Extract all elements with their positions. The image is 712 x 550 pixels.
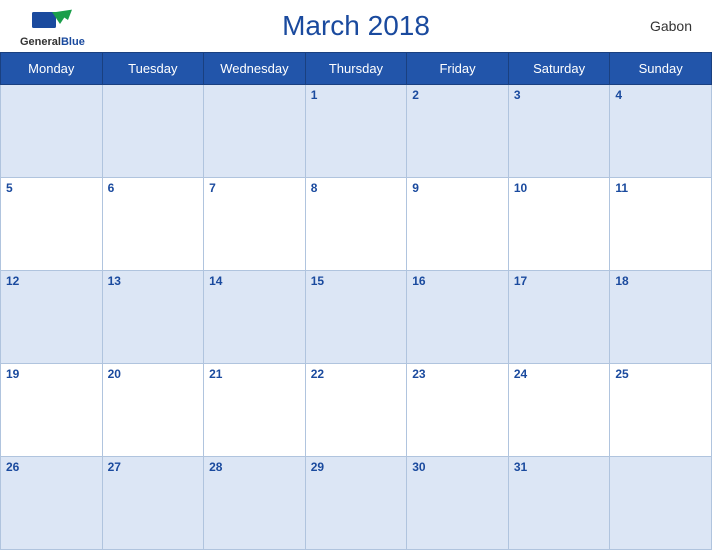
week-row-2: 5 6 7 8 9 10 11 bbox=[1, 178, 712, 271]
day-cell-26: 26 bbox=[1, 457, 103, 550]
day-cell-15: 15 bbox=[305, 271, 407, 364]
day-number-31: 31 bbox=[514, 460, 527, 474]
day-number-15: 15 bbox=[311, 274, 324, 288]
logo-area: General Blue bbox=[20, 8, 85, 48]
day-cell-20: 20 bbox=[102, 364, 204, 457]
day-number-17: 17 bbox=[514, 274, 527, 288]
country-label: Gabon bbox=[650, 18, 692, 34]
day-number-30: 30 bbox=[412, 460, 425, 474]
day-number-29: 29 bbox=[311, 460, 324, 474]
day-cell-16: 16 bbox=[407, 271, 509, 364]
day-number-1: 1 bbox=[311, 88, 318, 102]
day-cell-7: 7 bbox=[204, 178, 306, 271]
weekday-header-tuesday: Tuesday bbox=[102, 53, 204, 85]
calendar-table: MondayTuesdayWednesdayThursdayFridaySatu… bbox=[0, 52, 712, 550]
day-number-26: 26 bbox=[6, 460, 19, 474]
day-cell-24: 24 bbox=[508, 364, 610, 457]
day-cell-28: 28 bbox=[204, 457, 306, 550]
day-number-21: 21 bbox=[209, 367, 222, 381]
day-number-11: 11 bbox=[615, 181, 628, 195]
calendar-container: General Blue March 2018 Gabon MondayTues… bbox=[0, 0, 712, 550]
calendar-header: General Blue March 2018 Gabon bbox=[0, 0, 712, 52]
day-number-9: 9 bbox=[412, 181, 419, 195]
logo-text-general: General bbox=[20, 36, 61, 48]
day-number-7: 7 bbox=[209, 181, 216, 195]
generalblue-logo-icon bbox=[32, 8, 72, 36]
day-cell-21: 21 bbox=[204, 364, 306, 457]
day-cell-18: 18 bbox=[610, 271, 712, 364]
day-number-22: 22 bbox=[311, 367, 324, 381]
day-cell-4: 4 bbox=[610, 85, 712, 178]
day-cell-29: 29 bbox=[305, 457, 407, 550]
calendar-title: March 2018 bbox=[282, 10, 430, 42]
week-row-3: 12 13 14 15 16 17 18 bbox=[1, 271, 712, 364]
day-number-23: 23 bbox=[412, 367, 425, 381]
day-number-25: 25 bbox=[615, 367, 628, 381]
empty-day-cell bbox=[1, 85, 103, 178]
weekday-header-saturday: Saturday bbox=[508, 53, 610, 85]
day-cell-23: 23 bbox=[407, 364, 509, 457]
day-number-12: 12 bbox=[6, 274, 19, 288]
day-cell-13: 13 bbox=[102, 271, 204, 364]
weekday-header-row: MondayTuesdayWednesdayThursdayFridaySatu… bbox=[1, 53, 712, 85]
day-cell-22: 22 bbox=[305, 364, 407, 457]
empty-day-cell bbox=[204, 85, 306, 178]
day-number-28: 28 bbox=[209, 460, 222, 474]
day-cell-14: 14 bbox=[204, 271, 306, 364]
empty-day-cell bbox=[102, 85, 204, 178]
day-number-18: 18 bbox=[615, 274, 628, 288]
weekday-header-monday: Monday bbox=[1, 53, 103, 85]
day-cell-30: 30 bbox=[407, 457, 509, 550]
day-number-4: 4 bbox=[615, 88, 622, 102]
day-number-2: 2 bbox=[412, 88, 419, 102]
day-number-5: 5 bbox=[6, 181, 13, 195]
day-number-8: 8 bbox=[311, 181, 318, 195]
day-number-27: 27 bbox=[108, 460, 121, 474]
day-cell-9: 9 bbox=[407, 178, 509, 271]
day-cell-5: 5 bbox=[1, 178, 103, 271]
day-cell-6: 6 bbox=[102, 178, 204, 271]
week-row-5: 26 27 28 29 30 31 bbox=[1, 457, 712, 550]
week-row-1: 1 2 3 4 bbox=[1, 85, 712, 178]
day-cell-1: 1 bbox=[305, 85, 407, 178]
day-cell-3: 3 bbox=[508, 85, 610, 178]
day-number-6: 6 bbox=[108, 181, 115, 195]
weekday-header-wednesday: Wednesday bbox=[204, 53, 306, 85]
day-number-13: 13 bbox=[108, 274, 121, 288]
day-number-14: 14 bbox=[209, 274, 222, 288]
day-number-16: 16 bbox=[412, 274, 425, 288]
day-cell-2: 2 bbox=[407, 85, 509, 178]
week-row-4: 19 20 21 22 23 24 25 bbox=[1, 364, 712, 457]
day-cell-12: 12 bbox=[1, 271, 103, 364]
day-number-10: 10 bbox=[514, 181, 527, 195]
day-number-3: 3 bbox=[514, 88, 521, 102]
day-number-20: 20 bbox=[108, 367, 121, 381]
empty-day-cell bbox=[610, 457, 712, 550]
day-number-24: 24 bbox=[514, 367, 527, 381]
day-cell-19: 19 bbox=[1, 364, 103, 457]
day-cell-8: 8 bbox=[305, 178, 407, 271]
calendar-thead: MondayTuesdayWednesdayThursdayFridaySatu… bbox=[1, 53, 712, 85]
weekday-header-thursday: Thursday bbox=[305, 53, 407, 85]
day-cell-27: 27 bbox=[102, 457, 204, 550]
day-cell-10: 10 bbox=[508, 178, 610, 271]
weekday-header-sunday: Sunday bbox=[610, 53, 712, 85]
day-number-19: 19 bbox=[6, 367, 19, 381]
day-cell-25: 25 bbox=[610, 364, 712, 457]
logo-text-blue: Blue bbox=[61, 36, 85, 48]
calendar-tbody: 1234567891011121314151617181920212223242… bbox=[1, 85, 712, 550]
weekday-header-friday: Friday bbox=[407, 53, 509, 85]
day-cell-17: 17 bbox=[508, 271, 610, 364]
day-cell-31: 31 bbox=[508, 457, 610, 550]
day-cell-11: 11 bbox=[610, 178, 712, 271]
